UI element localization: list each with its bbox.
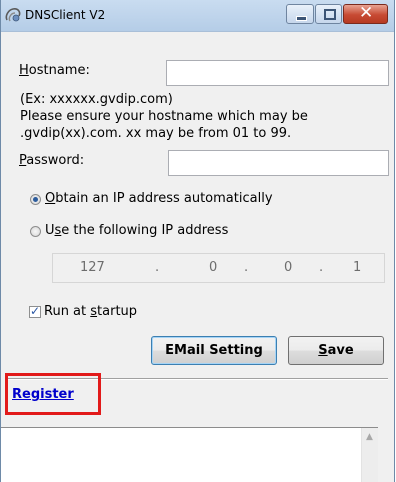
scroll-up-arrow-icon[interactable]: ▲ <box>366 432 373 442</box>
radio-use-following-ip-label[interactable]: Use the following IP address <box>45 223 228 238</box>
hint-line-3: .gvdip(xx).com. xx may be from 01 to 99. <box>20 126 292 141</box>
maximize-icon <box>324 9 336 20</box>
ip-dot-3: . <box>319 260 324 275</box>
minimize-icon <box>296 16 307 21</box>
password-label: Password: <box>19 153 85 168</box>
checkmark-icon: ✓ <box>30 304 41 318</box>
highlight-annotation <box>5 373 101 415</box>
app-icon <box>5 8 21 22</box>
close-button[interactable]: ✕ <box>343 3 388 24</box>
run-at-startup-checkbox[interactable]: ✓ <box>29 304 41 318</box>
password-input[interactable] <box>168 150 389 176</box>
radio-obtain-automatically[interactable] <box>30 194 41 205</box>
ip-octet-1: 127 <box>80 260 105 275</box>
ip-octet-3: 0 <box>284 260 293 275</box>
title-bar[interactable]: DNSClient V2 ✕ <box>1 0 394 32</box>
hint-line-2: Please ensure your hostname which may be <box>20 109 308 124</box>
window-title: DNSClient V2 <box>25 8 106 22</box>
ip-octet-4: 1 <box>353 260 362 275</box>
hostname-input[interactable] <box>166 60 389 86</box>
minimize-button[interactable] <box>286 4 314 24</box>
run-at-startup-label[interactable]: Run at startup <box>44 304 137 319</box>
close-icon: ✕ <box>359 3 374 23</box>
ip-octet-2: 0 <box>209 260 218 275</box>
radio-use-following-ip[interactable] <box>30 226 41 237</box>
hostname-label: Hostname: <box>19 63 90 78</box>
ip-dot-2: . <box>244 260 249 275</box>
log-output-area[interactable]: ▲ <box>1 427 378 482</box>
ip-address-field[interactable]: 127 . 0 . 0 . 1 <box>52 253 385 283</box>
email-setting-button[interactable]: EMail Setting <box>151 336 277 365</box>
hint-line-1: (Ex: xxxxxx.gvdip.com) <box>20 92 173 107</box>
ip-dot-1: . <box>155 260 160 275</box>
maximize-button[interactable] <box>315 4 342 24</box>
dnsclient-window: DNSClient V2 ✕ Hostname: (Ex: xxxxxx.gvd… <box>0 0 395 482</box>
vertical-scrollbar[interactable]: ▲ <box>361 428 378 482</box>
save-button[interactable]: Save <box>288 336 384 365</box>
hostname-hint: (Ex: xxxxxx.gvdip.com) Please ensure you… <box>20 91 385 142</box>
radio-obtain-automatically-label[interactable]: Obtain an IP address automatically <box>45 191 273 206</box>
